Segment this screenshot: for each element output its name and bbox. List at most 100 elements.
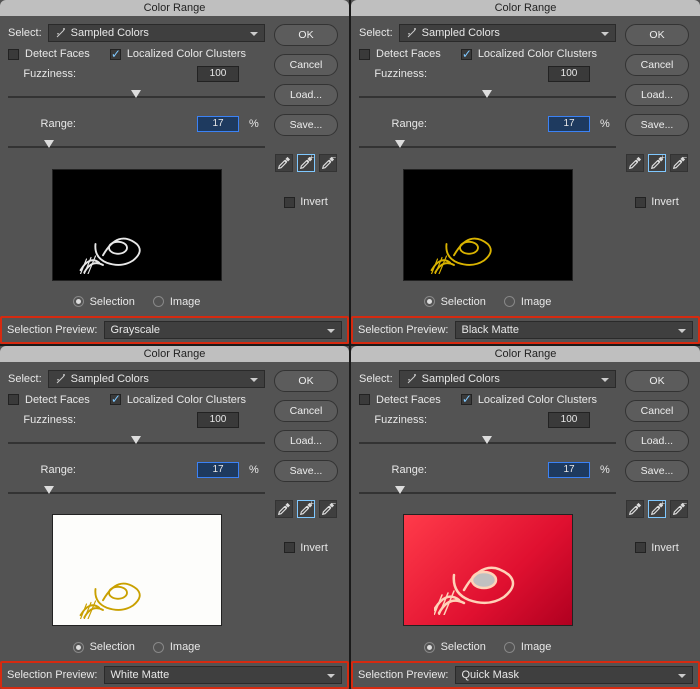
detect-faces-label: Detect Faces xyxy=(376,48,441,60)
selection-preview-label: Selection Preview: xyxy=(7,324,98,336)
range-slider[interactable] xyxy=(8,140,265,154)
invert-checkbox[interactable] xyxy=(635,542,646,553)
ok-button[interactable]: OK xyxy=(625,370,689,392)
save-button[interactable]: Save... xyxy=(274,460,338,482)
ok-button[interactable]: OK xyxy=(274,370,338,392)
localized-clusters-label: Localized Color Clusters xyxy=(478,48,597,60)
invert-checkbox[interactable] xyxy=(284,197,295,208)
ok-button[interactable]: OK xyxy=(274,24,338,46)
range-slider[interactable] xyxy=(359,140,616,154)
invert-checkbox[interactable] xyxy=(635,197,646,208)
eyedropper-group: +− xyxy=(275,500,337,518)
localized-clusters-checkbox[interactable] xyxy=(461,394,472,405)
invert-checkbox[interactable] xyxy=(284,542,295,553)
select-dropdown[interactable]: Sampled Colors xyxy=(48,24,265,42)
localized-clusters-label: Localized Color Clusters xyxy=(478,394,597,406)
fuzziness-input[interactable]: 100 xyxy=(548,66,590,82)
load-button[interactable]: Load... xyxy=(625,84,689,106)
fuzziness-label: Fuzziness: xyxy=(8,68,76,80)
fuzziness-slider[interactable] xyxy=(359,90,616,104)
load-button[interactable]: Load... xyxy=(274,430,338,452)
eyedropper-subtract-icon[interactable]: − xyxy=(319,154,337,172)
eyedropper-subtract-icon[interactable]: − xyxy=(670,154,688,172)
range-input[interactable]: 17 xyxy=(197,116,239,132)
image-radio[interactable] xyxy=(153,642,164,653)
selection-preview-dropdown[interactable]: Black Matte xyxy=(455,321,694,339)
fuzziness-slider[interactable] xyxy=(8,90,265,104)
dialog-title: Color Range xyxy=(0,0,349,16)
eyedropper-add-icon[interactable]: + xyxy=(297,500,315,518)
localized-clusters-checkbox[interactable] xyxy=(110,49,121,60)
selection-radio-label: Selection xyxy=(90,296,135,308)
image-radio[interactable] xyxy=(504,642,515,653)
cancel-button[interactable]: Cancel xyxy=(274,54,338,76)
localized-clusters-checkbox[interactable] xyxy=(461,49,472,60)
detect-faces-checkbox[interactable] xyxy=(8,49,19,60)
select-dropdown[interactable]: Sampled Colors xyxy=(399,370,616,388)
range-input[interactable]: 17 xyxy=(548,462,590,478)
color-range-dialog: Color RangeSelect:Sampled ColorsDetect F… xyxy=(0,346,349,689)
image-radio[interactable] xyxy=(504,296,515,307)
load-button[interactable]: Load... xyxy=(625,430,689,452)
select-dropdown[interactable]: Sampled Colors xyxy=(48,370,265,388)
eyedropper-add-icon[interactable]: + xyxy=(648,154,666,172)
cancel-button[interactable]: Cancel xyxy=(625,54,689,76)
detect-faces-checkbox[interactable] xyxy=(359,394,370,405)
invert-label: Invert xyxy=(651,196,679,208)
color-range-dialog: Color RangeSelect:Sampled ColorsDetect F… xyxy=(351,0,700,344)
fuzziness-input[interactable]: 100 xyxy=(548,412,590,428)
selection-preview-dropdown[interactable]: Grayscale xyxy=(104,321,343,339)
eyedropper-subtract-icon[interactable]: − xyxy=(670,500,688,518)
range-label: Range: xyxy=(359,118,427,130)
image-radio[interactable] xyxy=(153,296,164,307)
eyedropper-icon[interactable] xyxy=(626,500,644,518)
select-dropdown[interactable]: Sampled Colors xyxy=(399,24,616,42)
selection-radio[interactable] xyxy=(424,296,435,307)
eyedropper-group: +− xyxy=(626,500,688,518)
detect-faces-checkbox[interactable] xyxy=(359,49,370,60)
range-slider[interactable] xyxy=(359,486,616,500)
fuzziness-slider[interactable] xyxy=(8,436,265,450)
selection-preview-row: Selection Preview:Black Matte xyxy=(351,316,700,344)
percent-label: % xyxy=(245,464,265,476)
selection-preview-dropdown[interactable]: White Matte xyxy=(104,666,343,684)
detect-faces-label: Detect Faces xyxy=(376,394,441,406)
fuzziness-label: Fuzziness: xyxy=(8,414,76,426)
eyedropper-add-icon[interactable]: + xyxy=(648,500,666,518)
invert-label: Invert xyxy=(651,542,679,554)
eyedropper-subtract-icon[interactable]: − xyxy=(319,500,337,518)
localized-clusters-checkbox[interactable] xyxy=(110,394,121,405)
cancel-button[interactable]: Cancel xyxy=(274,400,338,422)
load-button[interactable]: Load... xyxy=(274,84,338,106)
selection-radio[interactable] xyxy=(73,296,84,307)
detect-faces-checkbox[interactable] xyxy=(8,394,19,405)
localized-clusters-label: Localized Color Clusters xyxy=(127,48,246,60)
range-slider[interactable] xyxy=(8,486,265,500)
eyedropper-icon[interactable] xyxy=(626,154,644,172)
fuzziness-input[interactable]: 100 xyxy=(197,66,239,82)
range-input[interactable]: 17 xyxy=(548,116,590,132)
selection-preview-dropdown[interactable]: Quick Mask xyxy=(455,666,694,684)
range-input[interactable]: 17 xyxy=(197,462,239,478)
eyedropper-icon[interactable] xyxy=(275,500,293,518)
range-label: Range: xyxy=(359,464,427,476)
selection-preview-thumbnail xyxy=(52,169,222,281)
eyedropper-add-icon[interactable]: + xyxy=(297,154,315,172)
selection-radio[interactable] xyxy=(73,642,84,653)
selection-preview-value: Grayscale xyxy=(111,324,161,336)
cancel-button[interactable]: Cancel xyxy=(625,400,689,422)
save-button[interactable]: Save... xyxy=(625,460,689,482)
ok-button[interactable]: OK xyxy=(625,24,689,46)
fuzziness-slider[interactable] xyxy=(359,436,616,450)
percent-label: % xyxy=(596,118,616,130)
save-button[interactable]: Save... xyxy=(625,114,689,136)
save-button[interactable]: Save... xyxy=(274,114,338,136)
image-radio-label: Image xyxy=(521,641,552,653)
eyedropper-group: +− xyxy=(626,154,688,172)
select-label: Select: xyxy=(8,27,42,39)
selection-radio[interactable] xyxy=(424,642,435,653)
selection-preview-thumbnail xyxy=(403,514,573,626)
eyedropper-icon[interactable] xyxy=(275,154,293,172)
fuzziness-input[interactable]: 100 xyxy=(197,412,239,428)
image-radio-label: Image xyxy=(170,296,201,308)
